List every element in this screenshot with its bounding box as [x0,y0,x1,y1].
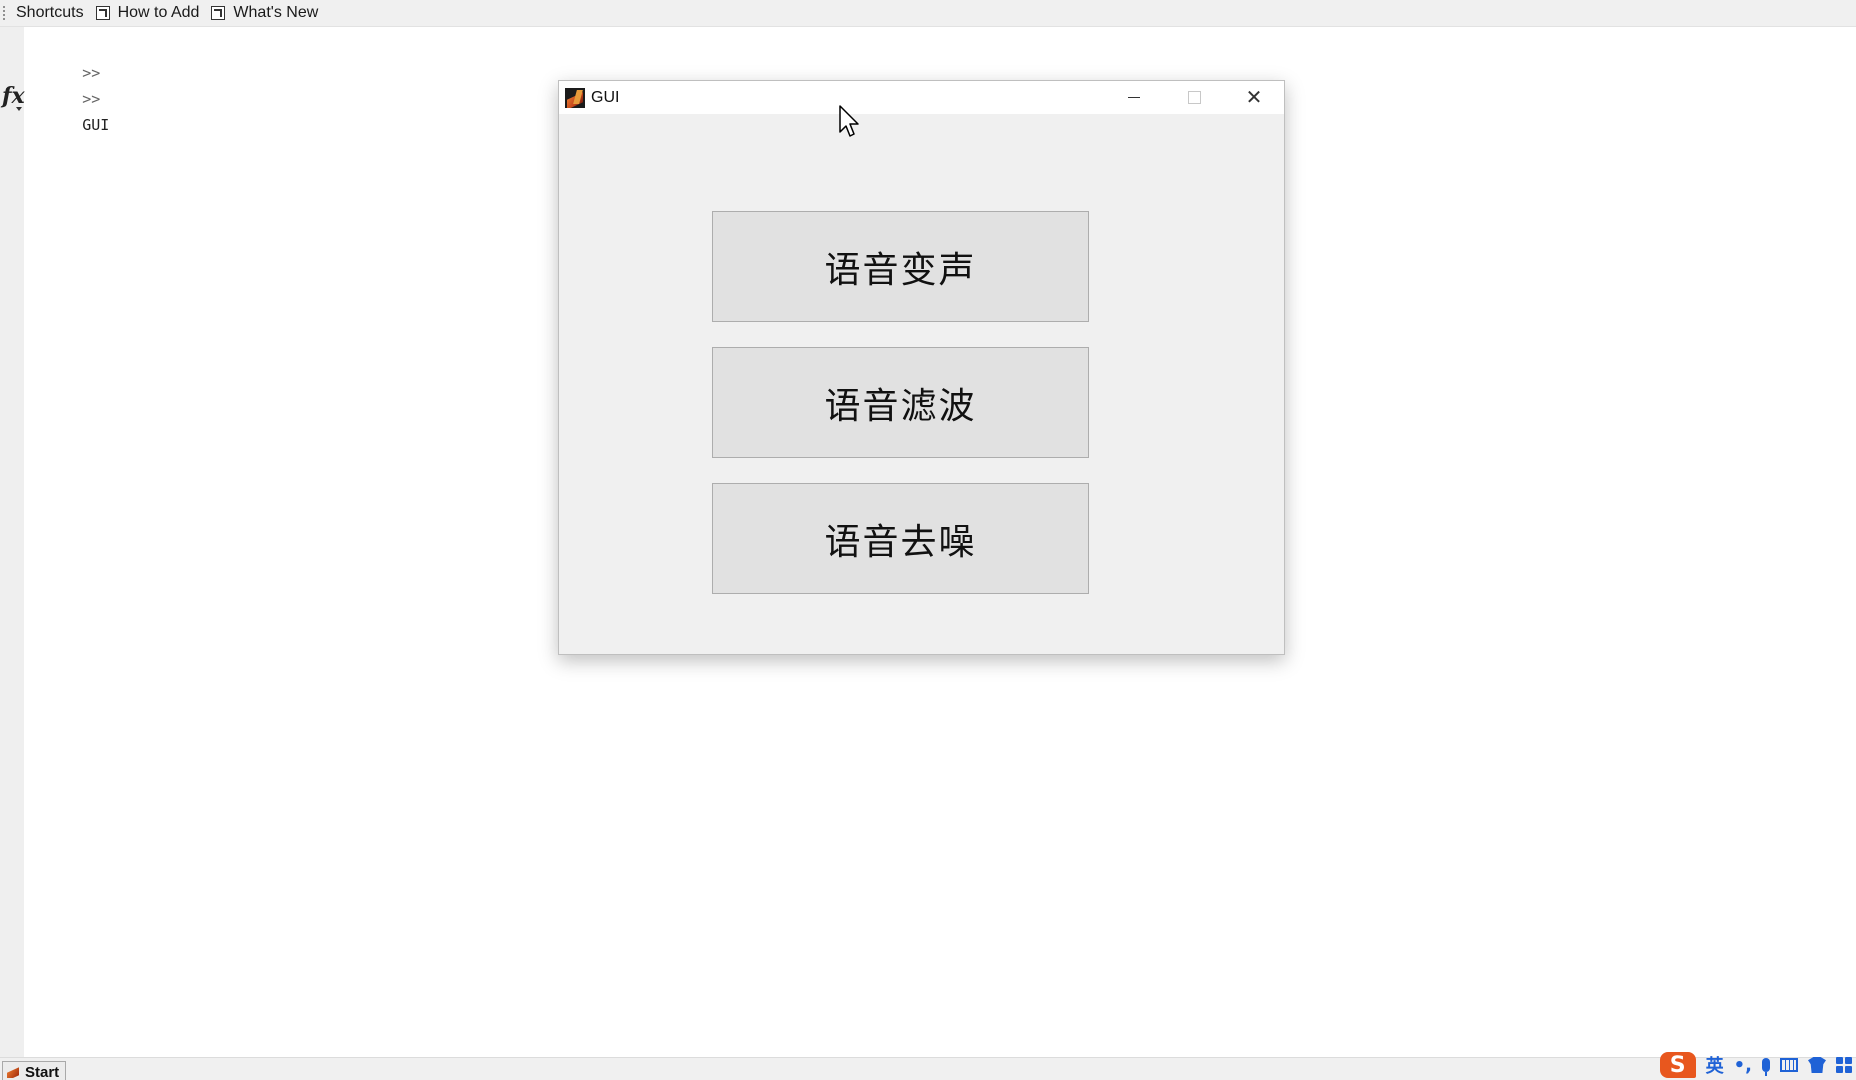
shortcuts-label-item[interactable]: Shortcuts [16,4,84,22]
ime-toolbar: S 英 •, [1659,1050,1856,1080]
voice-change-button[interactable]: 语音变声 [712,211,1089,322]
matlab-logo-icon [7,1066,19,1078]
microphone-icon[interactable] [1762,1058,1770,1076]
window-controls: ✕ [1104,81,1284,114]
command-prompt: >> [82,90,101,108]
start-label: Start [25,1063,60,1080]
sogou-ime-logo-icon[interactable]: S [1659,1052,1696,1078]
window-title: GUI [591,88,620,106]
how-to-add-label: How to Add [117,4,200,21]
whats-new-label: What's New [233,4,319,21]
shortcut-link-icon [95,6,110,20]
voice-filter-button[interactable]: 语音滤波 [712,347,1089,458]
minimize-button[interactable] [1104,81,1164,114]
mouse-pointer-icon [839,105,859,137]
function-browser-icon[interactable]: fx [2,83,25,109]
window-titlebar[interactable]: GUI ✕ [559,81,1284,114]
shortcuts-label: Shortcuts [16,4,84,21]
command-history-line: >> GUI [28,34,109,134]
maximize-button[interactable] [1164,81,1224,114]
whats-new-link[interactable]: What's New [211,4,318,22]
toolbar-grip-icon[interactable] [2,5,6,21]
start-button[interactable]: Start [2,1061,67,1080]
command-text: GUI [82,116,110,134]
toolbox-grid-icon[interactable] [1836,1057,1852,1073]
chevron-down-icon[interactable] [16,107,22,111]
desktop-screen: Shortcuts How to Add What's New fx >> GU… [0,0,1856,1080]
gui-window: GUI ✕ 语音变声 语音滤波 语音去噪 [558,80,1285,655]
gui-content-area: 语音变声 语音滤波 语音去噪 [559,114,1284,654]
keyboard-icon[interactable] [1780,1058,1798,1072]
status-bar: Start [0,1057,1856,1080]
skin-icon[interactable] [1808,1057,1826,1073]
command-window-gutter: fx [0,27,25,1057]
matlab-logo-icon [565,87,585,108]
how-to-add-link[interactable]: How to Add [95,4,200,22]
command-prompt: >> [82,64,101,82]
voice-denoise-button[interactable]: 语音去噪 [712,483,1089,594]
shortcut-link-icon [211,6,226,20]
shortcuts-toolbar: Shortcuts How to Add What's New [0,0,1856,27]
close-icon: ✕ [1245,86,1263,109]
ime-punctuation-toggle[interactable]: •, [1734,1055,1752,1076]
ime-language-toggle[interactable]: 英 [1706,1052,1724,1078]
command-window[interactable]: >> GUI >> [28,34,109,134]
close-button[interactable]: ✕ [1224,81,1284,114]
